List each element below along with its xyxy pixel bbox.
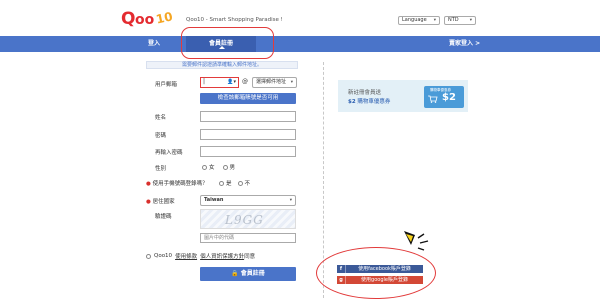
question-icon: ● bbox=[146, 181, 151, 187]
chevron-down-icon: ▾ bbox=[290, 80, 293, 85]
captcha-label: 驗證碼 bbox=[155, 214, 172, 220]
google-login-button[interactable]: g 使用google賬戶登錄 bbox=[337, 276, 423, 284]
password-confirm-input[interactable] bbox=[200, 146, 296, 157]
signup-button-label: 會員註冊 bbox=[240, 270, 265, 277]
google-login-label: 使用google賬戶登錄 bbox=[361, 277, 408, 283]
chevron-down-icon: ▾ bbox=[289, 198, 292, 203]
gender-male-radio[interactable]: 男 bbox=[222, 163, 236, 171]
email-username-input[interactable]: | 👤▾ bbox=[200, 77, 239, 88]
agree-prefix: Qoo10 bbox=[154, 253, 173, 259]
email-domain-value: 選擇郵件地址 bbox=[256, 79, 287, 85]
cart-icon bbox=[428, 95, 438, 103]
gender-male-label: 男 bbox=[229, 165, 236, 171]
svg-text:Q: Q bbox=[121, 9, 135, 28]
terms-link[interactable]: 使用條款 bbox=[175, 252, 197, 260]
promo-amount: $2 bbox=[348, 99, 356, 105]
gender-options: 女 男 bbox=[202, 163, 235, 171]
promo-line2: $2 購物車優惠券 bbox=[348, 97, 390, 105]
coupon-card: 購物車優惠券 $2 bbox=[424, 86, 464, 108]
language-select-value: Language bbox=[402, 17, 427, 23]
signup-button[interactable]: 🔒 會員註冊 bbox=[200, 267, 296, 281]
captcha-image: L9GG bbox=[200, 209, 296, 229]
active-tab-indicator-icon bbox=[219, 46, 225, 49]
radio-icon bbox=[222, 164, 228, 170]
password-input[interactable] bbox=[200, 129, 296, 140]
at-sign: @ bbox=[242, 78, 248, 85]
column-divider bbox=[323, 62, 324, 298]
phone-no-radio[interactable]: 不 bbox=[237, 179, 251, 187]
svg-text:oo: oo bbox=[135, 12, 155, 28]
facebook-login-button[interactable]: f 使用facebook賬戶登錄 bbox=[337, 265, 423, 273]
sparkle-icon bbox=[404, 231, 429, 251]
qoo10-logo[interactable]: Q oo 10 bbox=[120, 6, 182, 28]
email-label: 用戶郵箱 bbox=[155, 82, 178, 88]
chevron-down-icon: ▾ bbox=[433, 18, 436, 23]
password-label: 密碼 bbox=[155, 133, 167, 139]
radio-icon bbox=[202, 164, 207, 170]
google-icon: g bbox=[337, 276, 346, 284]
phone-no-label: 不 bbox=[244, 181, 251, 187]
highlight-circle bbox=[316, 247, 436, 299]
radio-icon bbox=[237, 180, 243, 186]
country-value: Taiwan bbox=[204, 197, 224, 203]
phone-login-label: 使用手機號碼登錄嗎？ bbox=[152, 181, 208, 187]
gender-female-label: 女 bbox=[209, 165, 215, 171]
coupon-amount: $2 bbox=[442, 92, 456, 103]
main-nav-bar: 登入 會員註冊 賣家登入 > bbox=[0, 36, 600, 52]
phone-login-question: ● 使用手機號碼登錄嗎？ bbox=[146, 179, 208, 187]
language-select[interactable]: Language ▾ bbox=[398, 16, 440, 25]
radio-icon bbox=[146, 253, 151, 259]
password-confirm-label: 再輸入密碼 bbox=[155, 150, 183, 156]
person-icon: 👤▾ bbox=[227, 79, 236, 85]
chevron-down-icon: ▾ bbox=[469, 18, 472, 23]
text-cursor-icon: | bbox=[203, 78, 206, 85]
captcha-code: L9GG bbox=[225, 213, 264, 227]
facebook-icon: f bbox=[337, 265, 346, 273]
agree-suffix: 同意 bbox=[244, 254, 256, 260]
currency-select[interactable]: NTD ▾ bbox=[444, 16, 476, 25]
nav-seller-login-link[interactable]: 賣家登入 > bbox=[449, 36, 480, 52]
currency-select-value: NTD bbox=[448, 17, 459, 23]
email-domain-select[interactable]: 選擇郵件地址 ▾ bbox=[252, 77, 297, 88]
name-label: 姓名 bbox=[155, 115, 167, 121]
site-tagline: Qoo10 - Smart Shopping Paradise ! bbox=[186, 17, 283, 23]
captcha-input[interactable]: 圖片中的代碼 bbox=[200, 233, 296, 243]
coupon-promo-banner[interactable]: 新註冊會員送 $2 購物車優惠券 購物車優惠券 $2 bbox=[338, 80, 468, 112]
country-select[interactable]: Taiwan ▾ bbox=[200, 195, 296, 206]
phone-yes-label: 是 bbox=[226, 181, 232, 187]
radio-icon bbox=[219, 180, 224, 186]
email-verification-notice: 需要郵件認證請準確輸入郵件地址。 bbox=[146, 61, 298, 69]
nav-join-tab[interactable]: 會員註冊 bbox=[186, 36, 256, 52]
phone-yes-radio[interactable]: 是 bbox=[219, 179, 232, 187]
phone-options: 是 不 bbox=[219, 179, 250, 187]
name-input[interactable] bbox=[200, 111, 296, 122]
check-email-button[interactable]: 檢查該郵箱賬號是否可用 bbox=[200, 93, 296, 104]
promo-line1: 新註冊會員送 bbox=[348, 90, 382, 96]
privacy-link[interactable]: 個人資訊保護方針 bbox=[200, 252, 244, 260]
nav-login-link[interactable]: 登入 bbox=[148, 36, 160, 52]
facebook-login-label: 使用facebook賬戶登錄 bbox=[358, 266, 411, 272]
gender-female-radio[interactable]: 女 bbox=[202, 163, 215, 171]
question-icon: ● bbox=[146, 199, 151, 205]
lock-icon: 🔒 bbox=[231, 270, 239, 277]
svg-text:10: 10 bbox=[155, 9, 174, 26]
country-label: 居住國家 bbox=[152, 199, 175, 205]
gender-label: 性別 bbox=[155, 166, 167, 172]
promo-line2-text: 購物車優惠券 bbox=[357, 99, 391, 105]
country-question: ● 居住國家 bbox=[146, 197, 175, 205]
terms-agree-row[interactable]: Qoo10 使用條款 個人資訊保護方針 同意 bbox=[146, 252, 255, 260]
